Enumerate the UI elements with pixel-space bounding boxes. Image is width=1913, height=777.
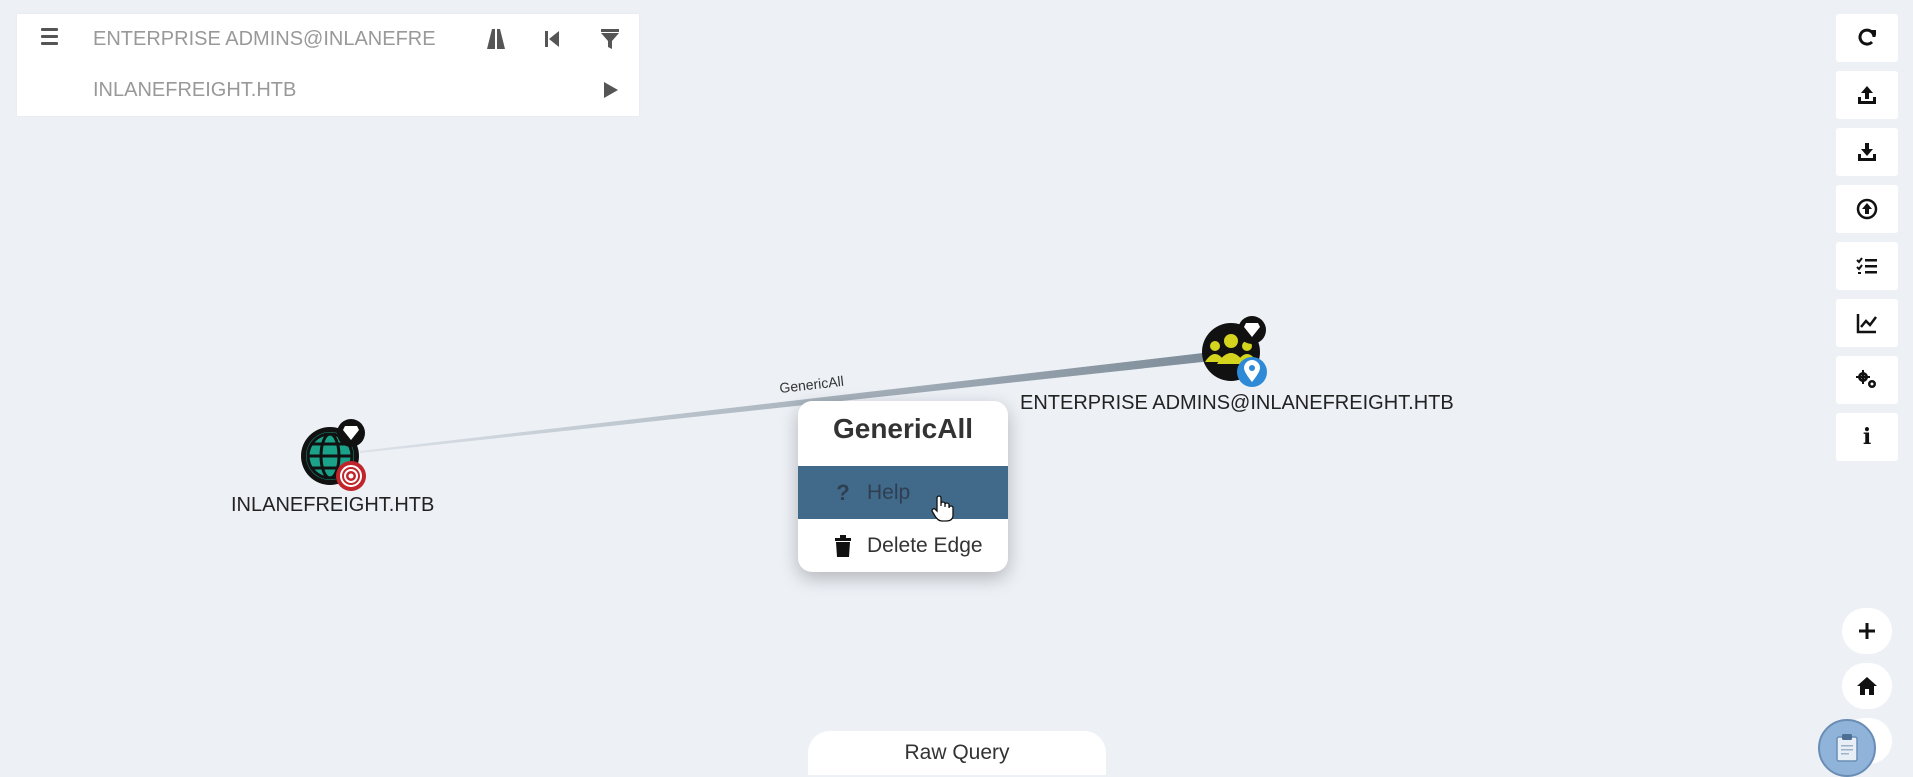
queries-button[interactable] [1836,242,1898,290]
upload-button[interactable] [1836,71,1898,119]
edge-label: GenericAll [779,373,845,396]
start-node-row [17,14,639,65]
help-label: Help [867,480,911,504]
download-icon [1858,143,1876,161]
about-button[interactable]: i [1836,413,1898,461]
refresh-icon [1858,28,1876,46]
location-pin-icon [1237,357,1267,387]
delete-edge-menu-item[interactable]: Delete Edge [798,519,1008,572]
raw-query-bar[interactable]: Raw Query [808,731,1106,775]
filter-icon[interactable] [597,26,623,52]
question-icon: ? [836,479,850,505]
domain-node[interactable] [301,419,366,491]
import-icon [1856,198,1878,220]
high-value-badge-icon [1238,316,1266,344]
zoom-in-button[interactable] [1842,608,1892,654]
clipboard-icon [1836,734,1858,762]
start-node-input[interactable] [93,25,473,53]
database-info-button[interactable] [1836,299,1898,347]
about-icon: i [1862,424,1872,450]
target-badge-icon [336,461,366,491]
database-info-icon [1856,314,1877,334]
trash-icon [831,534,855,557]
settings-button[interactable] [1836,356,1898,404]
target-node-input[interactable] [93,76,473,104]
download-button[interactable] [1836,128,1898,176]
target-node-row [17,65,639,116]
import-button[interactable] [1836,185,1898,233]
domain-node-label: INLANEFREIGHT.HTB [231,494,435,516]
high-value-badge-icon [337,419,365,447]
plus-icon [1859,623,1875,639]
pathfinding-road-icon[interactable] [483,26,509,52]
clipboard-button[interactable] [1818,719,1876,777]
delete-edge-label: Delete Edge [867,533,983,557]
menu-icon[interactable] [37,24,65,52]
group-node[interactable] [1202,316,1267,387]
context-menu-title: GenericAll [832,413,974,444]
group-node-label: ENTERPRISE ADMINS@INLANEFREIGHT.HTB [1020,392,1454,414]
upload-icon [1858,86,1876,104]
edge-context-menu: GenericAll ? Help Delete Edge [798,401,1008,572]
back-icon[interactable] [539,26,565,52]
settings-icon [1856,370,1876,388]
refresh-button[interactable] [1836,14,1898,62]
home-icon [1857,677,1877,695]
queries-icon [1856,257,1877,274]
help-menu-item[interactable]: ? Help [798,466,1008,522]
search-panel [17,14,639,116]
home-button[interactable] [1842,663,1892,709]
play-icon[interactable] [597,77,623,103]
